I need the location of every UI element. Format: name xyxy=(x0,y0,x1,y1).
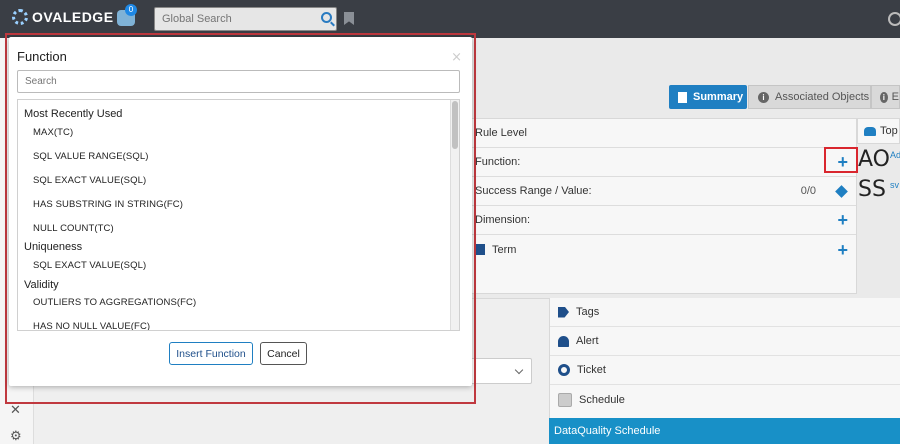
notification-icon[interactable]: 0 xyxy=(117,4,137,26)
add-dimension-icon[interactable]: + xyxy=(837,211,848,229)
tools-icon[interactable]: ✕ xyxy=(10,402,24,417)
rule-row-function: Function: + xyxy=(471,148,856,177)
function-item[interactable]: NULL COUNT(TC) xyxy=(33,223,114,234)
group-most-recently-used: Most Recently Used xyxy=(24,108,123,120)
background-select[interactable] xyxy=(470,358,532,384)
dialog-title: Function xyxy=(17,49,67,64)
avatar[interactable]: AO xyxy=(858,147,890,172)
function-item[interactable]: MAX(TC) xyxy=(33,127,73,138)
schedule-label: Schedule xyxy=(579,393,625,406)
function-list: Most Recently Used MAX(TC) SQL VALUE RAN… xyxy=(17,99,460,331)
tab-e-label: E xyxy=(891,91,899,103)
function-item[interactable]: SQL EXACT VALUE(SQL) xyxy=(33,260,146,271)
function-item[interactable]: HAS NO NULL VALUE(FC) xyxy=(33,321,150,330)
scrollbar-thumb[interactable] xyxy=(452,101,458,149)
term-icon xyxy=(475,244,485,255)
function-item[interactable]: OUTLIERS TO AGGREGATIONS(FC) xyxy=(33,297,196,308)
group-uniqueness: Uniqueness xyxy=(24,241,83,253)
rule-row-label: Dimension: xyxy=(475,214,531,226)
function-search-input[interactable] xyxy=(17,70,460,93)
insert-function-button[interactable]: Insert Function xyxy=(169,342,253,365)
close-icon[interactable]: × xyxy=(451,50,462,65)
rule-row-level: Rule Level xyxy=(471,119,856,148)
top-users-header: Top xyxy=(857,118,900,144)
function-item[interactable]: SQL EXACT VALUE(SQL) xyxy=(33,175,146,186)
document-icon xyxy=(678,91,687,103)
tab-associated-objects[interactable]: i Associated Objects xyxy=(748,85,871,109)
admin-icon[interactable]: ⚙ xyxy=(10,428,24,443)
rule-details-panel: Rule Level Function: + Success Range / V… xyxy=(470,118,857,294)
bell-icon xyxy=(558,335,569,347)
global-search xyxy=(154,7,337,31)
tab-summary[interactable]: Summary xyxy=(669,85,747,109)
group-validity: Validity xyxy=(24,279,59,291)
function-list-scrollbar[interactable] xyxy=(450,100,459,330)
logo-icon xyxy=(12,9,28,25)
rule-row-dimension: Dimension: + xyxy=(471,206,856,235)
cancel-button[interactable]: Cancel xyxy=(260,342,307,365)
function-dialog: Function × Most Recently Used MAX(TC) SQ… xyxy=(9,37,472,386)
rule-row-label: Rule Level xyxy=(475,127,527,139)
bookmark-icon[interactable] xyxy=(344,12,354,25)
schedule-row: Schedule xyxy=(550,385,900,414)
tab-associated-objects-label: Associated Objects xyxy=(775,91,870,103)
rule-row-success-range: Success Range / Value: 0/0 xyxy=(471,177,856,206)
rule-row-label: Term xyxy=(492,243,517,256)
alert-label: Alert xyxy=(576,335,599,347)
function-item[interactable]: HAS SUBSTRING IN STRING(FC) xyxy=(33,199,183,210)
users-icon xyxy=(864,126,876,136)
schedule-checkbox[interactable] xyxy=(558,392,572,407)
notification-badge: 0 xyxy=(125,4,137,16)
info-icon: i xyxy=(758,91,769,103)
dataquality-schedule-bar[interactable]: DataQuality Schedule xyxy=(549,418,900,444)
rule-row-label: Function: xyxy=(475,156,521,168)
tab-summary-label: Summary xyxy=(693,91,744,103)
ticket-row[interactable]: Ticket xyxy=(550,356,900,385)
ticket-label: Ticket xyxy=(577,364,606,376)
function-plus-highlight xyxy=(824,147,858,173)
dataquality-schedule-label: DataQuality Schedule xyxy=(554,425,661,437)
search-icon[interactable] xyxy=(321,12,332,23)
tags-label: Tags xyxy=(576,306,600,318)
top-users-label: Top xyxy=(880,125,898,137)
logo-text: OVALEDGE xyxy=(32,9,114,25)
user-name[interactable]: Ad xyxy=(890,150,900,160)
success-range-value: 0/0 xyxy=(800,185,816,197)
alert-row[interactable]: Alert xyxy=(550,327,900,356)
tag-icon xyxy=(558,306,569,318)
rule-row-term: Term + xyxy=(471,235,856,264)
info-icon: i xyxy=(880,91,888,103)
rule-row-label: Success Range / Value: xyxy=(475,185,592,197)
user-name[interactable]: sv xyxy=(890,180,899,190)
function-item[interactable]: SQL VALUE RANGE(SQL) xyxy=(33,151,149,162)
support-icon[interactable] xyxy=(888,12,900,26)
tags-row[interactable]: Tags xyxy=(550,298,900,327)
edit-icon[interactable] xyxy=(835,184,848,198)
headset-icon xyxy=(558,364,570,376)
tab-e[interactable]: i E xyxy=(871,85,900,109)
global-search-input[interactable] xyxy=(155,8,305,30)
logo[interactable]: OVALEDGE xyxy=(12,9,114,25)
avatar[interactable]: SS xyxy=(858,177,886,202)
add-term-icon[interactable]: + xyxy=(837,241,848,259)
